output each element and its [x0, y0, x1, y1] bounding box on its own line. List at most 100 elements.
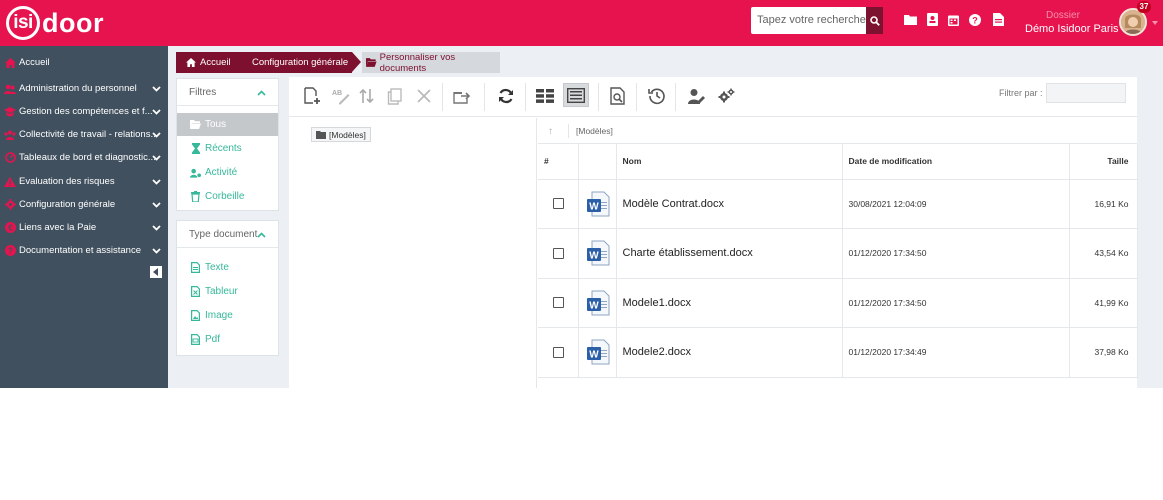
- sidebar-item-paie[interactable]: € Liens avec la Paie: [0, 216, 168, 239]
- folder-open-icon: [190, 119, 201, 130]
- table-row[interactable]: W Modèle Contrat.docx 30/08/2021 12:04:0…: [538, 179, 1138, 229]
- breadcrumb-accueil[interactable]: Accueil: [176, 52, 238, 73]
- table-row[interactable]: W Modele2.docx 01/12/2020 17:34:49 37,98…: [538, 327, 1138, 378]
- file-name[interactable]: Modele1.docx: [616, 278, 843, 328]
- row-icon-cell: W: [578, 228, 617, 279]
- filter-recents[interactable]: Récents: [177, 137, 278, 160]
- sidebar-item-competences[interactable]: Gestion des compétences et f...: [0, 100, 168, 123]
- sidebar-item-configuration[interactable]: Configuration générale: [0, 193, 168, 216]
- column-header-index[interactable]: #: [538, 144, 579, 180]
- calendar-icon[interactable]: [947, 13, 960, 26]
- word-doc-icon: W: [586, 339, 610, 365]
- toolbar-separator: [675, 83, 676, 111]
- filter-activite[interactable]: Activité: [177, 161, 278, 184]
- table-row[interactable]: W Charte établissement.docx 01/12/2020 1…: [538, 228, 1138, 279]
- collapse-sidebar-button[interactable]: [150, 266, 162, 278]
- row-checkbox-cell: [538, 327, 579, 378]
- delete-button[interactable]: [413, 85, 435, 107]
- column-header-date[interactable]: Date de modification: [842, 144, 1070, 180]
- new-file-button[interactable]: [301, 85, 323, 107]
- list-view-button[interactable]: [563, 83, 589, 107]
- sidebar-item-evaluation-risques[interactable]: Evaluation des risques: [0, 170, 168, 193]
- filter-input[interactable]: [1046, 83, 1126, 103]
- breadcrumb-arrow: [238, 52, 247, 72]
- file-search-icon: [610, 87, 625, 105]
- document-icon[interactable]: [992, 13, 1005, 26]
- folder-tree: [Modèles]: [289, 118, 537, 388]
- user-name[interactable]: Démo Isidoor Paris: [1025, 23, 1119, 35]
- new-file-icon: [304, 87, 320, 104]
- move-button[interactable]: [451, 85, 473, 107]
- arrow-up-icon[interactable]: ↑: [548, 126, 553, 137]
- contact-card-icon[interactable]: [926, 13, 939, 26]
- isidoor-logo[interactable]: isi door: [6, 6, 104, 40]
- top-bar: isi door Tapez votre recherche ? Dossier…: [0, 0, 1163, 46]
- sidebar-item-accueil[interactable]: Accueil: [0, 51, 168, 74]
- row-checkbox[interactable]: [553, 297, 564, 309]
- file-table: # Nom Date de modification Taille W Modè…: [538, 144, 1138, 388]
- grid-view-button[interactable]: [534, 85, 556, 107]
- help-icon[interactable]: ?: [968, 13, 981, 26]
- svg-text:W: W: [589, 300, 599, 311]
- sort-button[interactable]: [356, 85, 378, 107]
- toolbar-separator: [484, 83, 485, 111]
- copy-button[interactable]: [384, 85, 406, 107]
- tree-node-modeles[interactable]: [Modèles]: [311, 127, 371, 142]
- svg-text:€: €: [8, 223, 13, 232]
- refresh-button[interactable]: [495, 85, 517, 107]
- file-name[interactable]: Charte établissement.docx: [616, 228, 843, 279]
- sidebar-item-documentation[interactable]: ? Documentation et assistance: [0, 239, 168, 262]
- filter-tous[interactable]: Tous: [177, 113, 278, 136]
- table-row[interactable]: W Modele1.docx 01/12/2020 17:34:50 41,99…: [538, 278, 1138, 328]
- filter-label: Récents: [205, 143, 242, 154]
- chevron-down-icon: [152, 107, 161, 118]
- preview-button[interactable]: [607, 85, 629, 107]
- folder-icon: [316, 130, 326, 139]
- file-name[interactable]: Modele2.docx: [616, 327, 843, 378]
- column-header-name[interactable]: Nom: [616, 144, 843, 180]
- svg-text:W: W: [589, 201, 599, 212]
- folder-icon[interactable]: [904, 13, 917, 26]
- rename-button[interactable]: AB: [330, 85, 352, 107]
- notification-badge[interactable]: 37: [1137, 1, 1151, 13]
- row-checkbox-cell: [538, 278, 579, 328]
- chevron-down-icon[interactable]: [1152, 21, 1158, 25]
- column-header-size[interactable]: Taille: [1069, 144, 1138, 180]
- search-input[interactable]: Tapez votre recherche: [751, 7, 866, 34]
- copy-icon: [387, 87, 402, 105]
- chevron-up-icon: [257, 88, 266, 99]
- row-checkbox[interactable]: [553, 198, 564, 210]
- blank-area: [0, 388, 1163, 500]
- breadcrumb-configuration[interactable]: Configuration générale: [237, 52, 352, 73]
- app-window: isi door Tapez votre recherche ? Dossier…: [0, 0, 1163, 388]
- filters-header[interactable]: Filtres: [177, 79, 278, 106]
- sidebar-item-collectivite[interactable]: Collectivité de travail - relations...: [0, 123, 168, 146]
- settings-button[interactable]: [715, 85, 737, 107]
- hourglass-icon: [190, 143, 201, 154]
- row-checkbox[interactable]: [553, 247, 564, 259]
- sidebar-item-administration[interactable]: Administration du personnel: [0, 77, 168, 100]
- toolbar: AB Filtrer par:: [289, 77, 1137, 117]
- table-header-row: # Nom Date de modification Taille: [538, 144, 1138, 180]
- history-button[interactable]: [646, 85, 668, 107]
- doc-type-header[interactable]: Type document: [177, 221, 278, 248]
- chevron-down-icon: [152, 246, 161, 257]
- sidebar-item-tableaux-de-bord[interactable]: Tableaux de bord et diagnostic...: [0, 146, 168, 169]
- file-name[interactable]: Modèle Contrat.docx: [616, 179, 843, 229]
- tree-node-label: [Modèles]: [329, 129, 366, 140]
- refresh-icon: [499, 88, 513, 104]
- filter-corbeille[interactable]: Corbeille: [177, 185, 278, 208]
- search-button[interactable]: [866, 7, 883, 34]
- doc-type-texte[interactable]: Texte: [177, 256, 278, 279]
- breadcrumb-label: Configuration générale: [252, 57, 349, 68]
- home-icon: [4, 57, 16, 69]
- row-icon-cell: W: [578, 179, 617, 229]
- sidebar-item-label: Accueil: [19, 57, 50, 68]
- row-checkbox[interactable]: [553, 346, 564, 358]
- doc-type-pdf[interactable]: Pdf: [177, 328, 278, 351]
- doc-type-title: Type document: [189, 228, 258, 240]
- doc-type-tableur[interactable]: Tableur: [177, 280, 278, 303]
- doc-type-image[interactable]: Image: [177, 304, 278, 327]
- chevron-down-icon: [152, 130, 161, 141]
- user-permissions-button[interactable]: [686, 85, 708, 107]
